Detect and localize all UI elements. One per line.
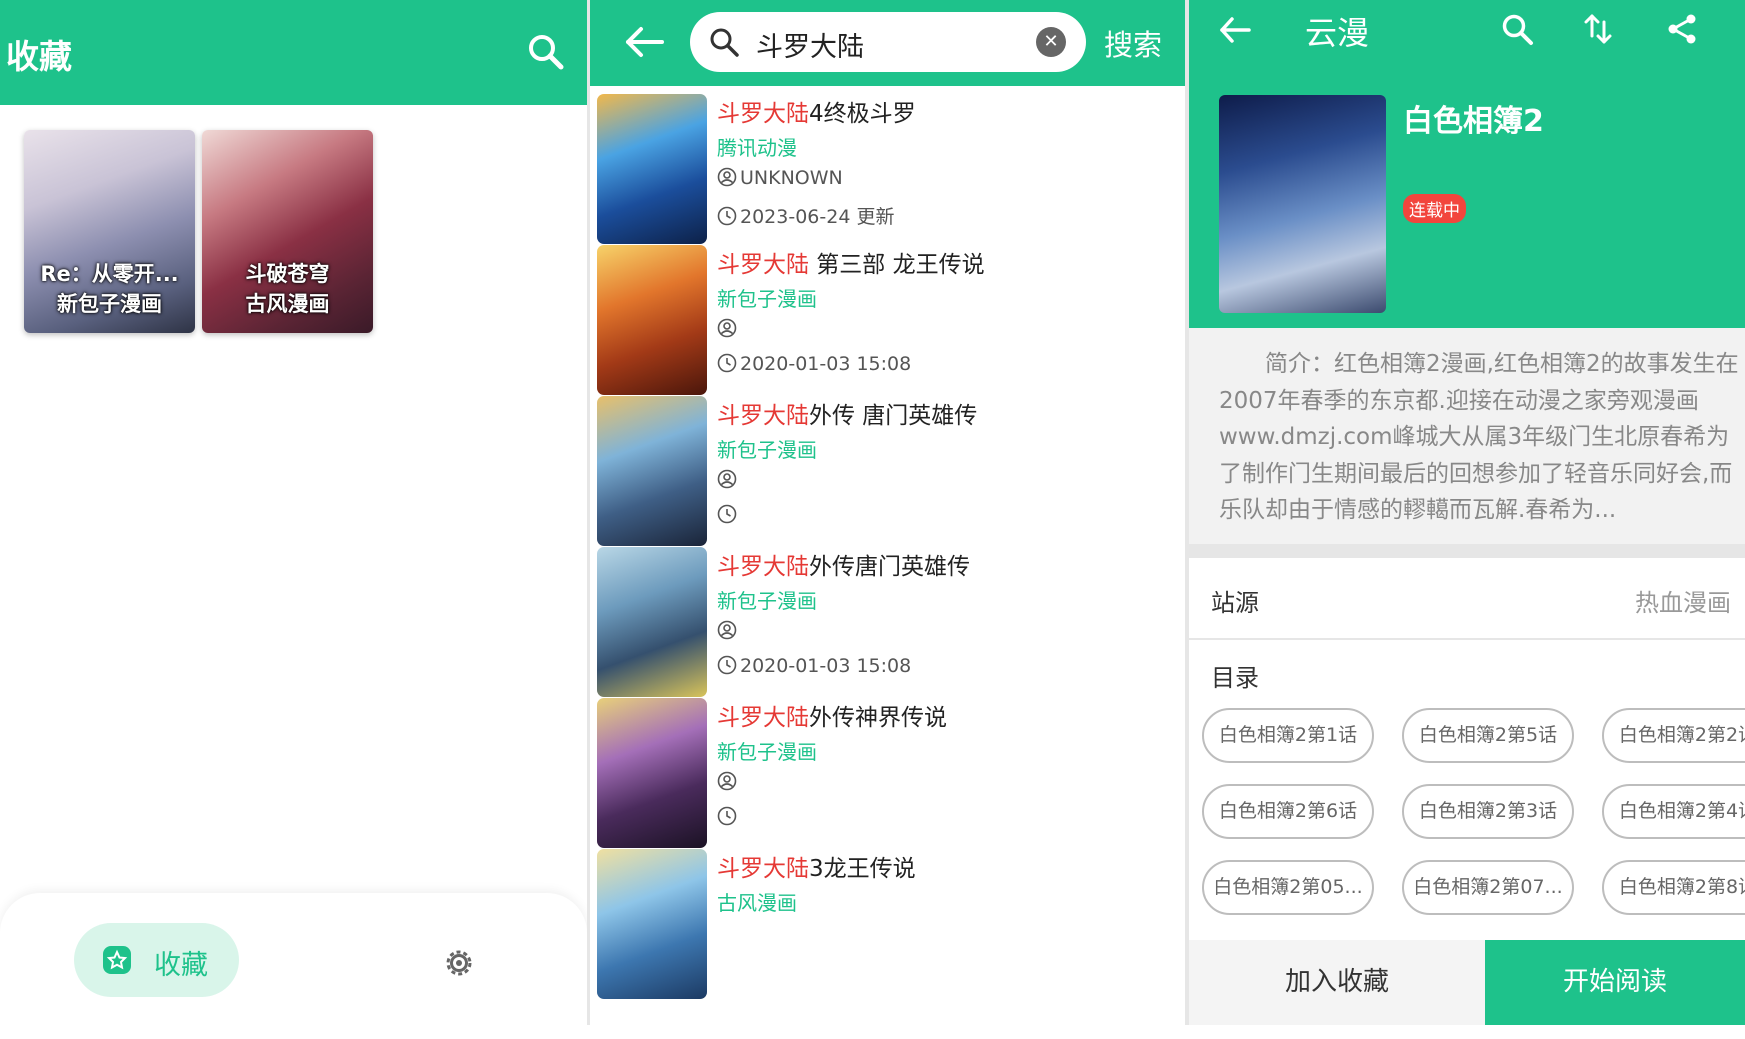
comic-description: 简介：红色相簿2漫画,红色相簿2的故事发生在2007年春季的东京都.迎接在动漫之… — [1219, 351, 1739, 523]
favorites-icon — [103, 946, 131, 974]
search-result-item[interactable]: 斗罗大陆外传唐门英雄传 新包子漫画 2020-01-03 15:08 — [590, 539, 1185, 707]
result-author — [717, 620, 740, 642]
person-icon — [717, 620, 737, 640]
result-updated — [717, 504, 740, 526]
comic-cover — [597, 94, 707, 244]
toc-label: 目录 — [1211, 664, 1259, 692]
favorite-card[interactable]: 斗破苍穹 古风漫画 — [202, 130, 373, 333]
add-favorite-button[interactable]: 加入收藏 — [1189, 940, 1485, 1025]
search-query: 斗罗大陆 — [756, 32, 864, 63]
favorite-source: 新包子漫画 — [57, 292, 162, 316]
search-icon[interactable] — [526, 32, 566, 72]
person-icon — [717, 318, 737, 338]
chapter-button[interactable]: 白色相簿2第1话 — [1202, 708, 1374, 763]
result-title: 斗罗大陆外传 唐门英雄传 — [717, 403, 978, 429]
search-screen: 斗罗大陆 ✕ 搜索 斗罗大陆4终极斗罗 腾讯动漫 UNKNOWN 2023-06… — [590, 0, 1185, 1025]
clock-icon — [717, 655, 737, 675]
section-divider — [1189, 544, 1745, 558]
source-value: 热血漫画 — [1635, 589, 1731, 617]
comic-cover — [597, 396, 707, 546]
result-title: 斗罗大陆 第三部 龙王传说 — [717, 252, 985, 278]
result-title: 斗罗大陆外传神界传说 — [717, 705, 947, 731]
action-bar: 加入收藏 开始阅读 — [1189, 940, 1745, 1025]
description-block: 简介：红色相簿2漫画,红色相簿2的故事发生在2007年春季的东京都.迎接在动漫之… — [1189, 328, 1745, 544]
chapter-button[interactable]: 白色相簿2第5话 — [1402, 708, 1574, 763]
share-icon[interactable] — [1665, 12, 1699, 46]
app-bar: 收藏 — [0, 0, 587, 105]
comic-cover — [1219, 95, 1386, 313]
chapter-button[interactable]: 白色相簿2第07... — [1402, 860, 1574, 915]
chapter-button[interactable]: 白色相簿2第6话 — [1202, 784, 1374, 839]
chapter-button[interactable]: 白色相簿2第05... — [1202, 860, 1374, 915]
chapter-button[interactable]: 白色相簿2第8话 — [1602, 860, 1745, 915]
result-source: 新包子漫画 — [717, 740, 817, 764]
search-icon[interactable] — [1500, 12, 1534, 46]
start-reading-button[interactable]: 开始阅读 — [1485, 940, 1745, 1025]
back-arrow-icon[interactable] — [622, 22, 666, 62]
result-updated: 2023-06-24 更新 — [717, 202, 894, 229]
result-source: 新包子漫画 — [717, 589, 817, 613]
nav-favorites-label: 收藏 — [154, 950, 208, 981]
result-updated — [717, 806, 740, 828]
favorite-card[interactable]: Re：从零开... 新包子漫画 — [24, 130, 195, 333]
favorite-source: 古风漫画 — [245, 292, 330, 316]
favorite-title: Re：从零开... — [40, 262, 179, 286]
comic-cover — [597, 849, 707, 999]
search-button[interactable]: 搜索 — [1104, 22, 1162, 64]
result-source: 腾讯动漫 — [717, 136, 797, 160]
source-label: 站源 — [1211, 589, 1259, 617]
result-title: 斗罗大陆4终极斗罗 — [717, 101, 916, 127]
person-icon — [717, 469, 737, 489]
search-result-item[interactable]: 斗罗大陆外传 唐门英雄传 新包子漫画 — [590, 388, 1185, 556]
favorites-screen: 收藏 Re：从零开... 新包子漫画 斗破苍穹 古风漫画 收藏 — [0, 0, 587, 1025]
result-source: 古风漫画 — [717, 891, 797, 915]
page-bottom-margin — [0, 1025, 1745, 1039]
comic-cover — [597, 245, 707, 395]
result-author — [717, 318, 740, 340]
favorite-title: 斗破苍穹 — [245, 262, 330, 286]
result-updated: 2020-01-03 15:08 — [717, 353, 911, 375]
person-icon — [717, 167, 737, 187]
comic-cover — [597, 547, 707, 697]
detail-header: 云漫 白色相簿2 连载中 — [1189, 0, 1745, 328]
clock-icon — [717, 504, 737, 524]
search-bar: 斗罗大陆 ✕ 搜索 — [590, 0, 1185, 86]
search-result-item[interactable]: 斗罗大陆3龙王传说 古风漫画 — [590, 841, 1185, 1009]
back-arrow-icon[interactable] — [1217, 12, 1253, 48]
bottom-navigation: 收藏 — [0, 893, 587, 1025]
clock-icon — [717, 206, 737, 226]
result-author: UNKNOWN — [717, 167, 843, 189]
clock-icon — [717, 353, 737, 373]
clear-search-icon[interactable]: ✕ — [1036, 27, 1066, 57]
comic-cover — [597, 698, 707, 848]
chapter-button[interactable]: 白色相簿2第4话 — [1602, 784, 1745, 839]
person-icon — [717, 771, 737, 791]
search-input[interactable]: 斗罗大陆 ✕ — [690, 12, 1086, 72]
result-title: 斗罗大陆外传唐门英雄传 — [717, 554, 970, 580]
result-updated: 2020-01-03 15:08 — [717, 655, 911, 677]
search-result-item[interactable]: 斗罗大陆 第三部 龙王传说 新包子漫画 2020-01-03 15:08 — [590, 237, 1185, 405]
comic-title: 白色相簿2 — [1403, 104, 1544, 139]
settings-icon[interactable] — [442, 946, 476, 980]
chapter-button[interactable]: 白色相簿2第2话 — [1602, 708, 1745, 763]
status-badge: 连载中 — [1403, 194, 1466, 223]
nav-favorites[interactable]: 收藏 — [74, 923, 239, 997]
result-title: 斗罗大陆3龙王传说 — [717, 856, 916, 882]
result-source: 新包子漫画 — [717, 438, 817, 462]
result-author — [717, 469, 740, 491]
detail-screen: 云漫 白色相簿2 连载中 简介：红色相簿2漫画,红色相簿2的故事发生在2007年… — [1189, 0, 1745, 1025]
source-row[interactable]: 站源 热血漫画 — [1189, 558, 1745, 640]
result-source: 新包子漫画 — [717, 287, 817, 311]
result-author — [717, 771, 740, 793]
app-title: 云漫 — [1305, 14, 1370, 52]
search-result-item[interactable]: 斗罗大陆4终极斗罗 腾讯动漫 UNKNOWN 2023-06-24 更新 — [590, 86, 1185, 254]
page-title: 收藏 — [6, 37, 72, 76]
sort-icon[interactable] — [1581, 12, 1615, 46]
search-icon — [710, 28, 739, 57]
clock-icon — [717, 806, 737, 826]
chapter-button[interactable]: 白色相簿2第3话 — [1402, 784, 1574, 839]
search-result-item[interactable]: 斗罗大陆外传神界传说 新包子漫画 — [590, 690, 1185, 858]
